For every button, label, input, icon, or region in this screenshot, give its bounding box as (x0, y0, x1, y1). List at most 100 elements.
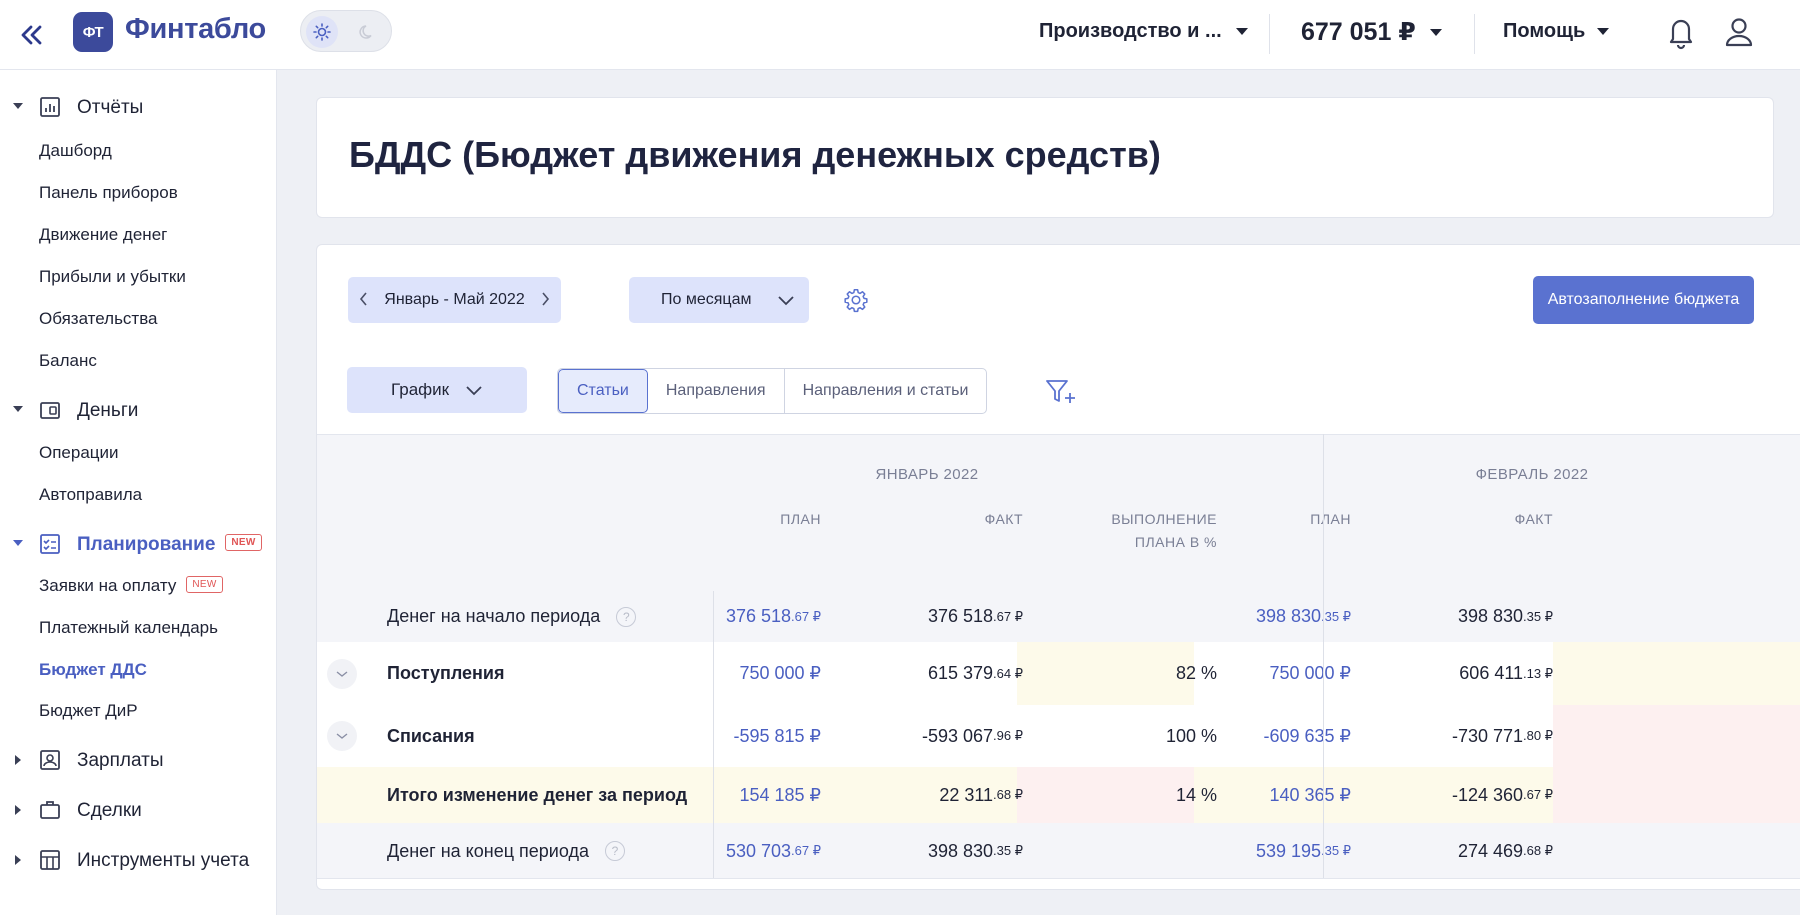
column-header-plan: ПЛАН (780, 511, 821, 527)
jan-plan-cell[interactable]: -595 815 ₽ (641, 705, 821, 767)
chevron-left-icon[interactable] (358, 291, 370, 307)
sidebar-item-dir-budget[interactable]: Бюджет ДиР (39, 701, 138, 721)
feb-plan-cell[interactable]: 539 195.35 ₽ (1171, 823, 1351, 879)
sidebar-section-reports[interactable]: Отчёты (0, 90, 277, 124)
expand-arrow-icon (15, 805, 21, 815)
jan-plan-cell[interactable]: 376 518.67 ₽ (641, 591, 821, 642)
sidebar-item-payment-requests[interactable]: Заявки на оплату NEW (39, 576, 223, 596)
tab-directions-and-articles[interactable]: Направления и статьи (785, 369, 987, 413)
view-dropdown[interactable]: График (347, 367, 527, 413)
column-header-plan: ПЛАН (1310, 511, 1351, 527)
sidebar-item-balance[interactable]: Баланс (39, 351, 97, 371)
amount: 530 703 (725, 840, 792, 861)
sidebar-section-salaries[interactable]: Зарплаты (0, 743, 277, 777)
sidebar-section-deals[interactable]: Сделки (0, 793, 277, 827)
month-header-january: ЯНВАРЬ 2022 (875, 466, 979, 483)
collapse-sidebar-button[interactable] (14, 18, 50, 52)
logo-text: Финтабло (125, 13, 266, 45)
amount-kopecks: .67 ₽ (1523, 787, 1553, 802)
amount: 274 469 (1457, 840, 1524, 861)
help-menu[interactable]: Помощь (1503, 20, 1610, 43)
theme-toggle[interactable] (300, 10, 392, 52)
checklist-icon (40, 534, 60, 554)
expand-arrow-icon (13, 103, 23, 109)
company-name: Производство и ... (1039, 20, 1222, 42)
jan-plan-cell[interactable]: 530 703.67 ₽ (641, 823, 821, 879)
sidebar-section-money[interactable]: Деньги (0, 393, 277, 427)
expand-arrow-icon (15, 755, 21, 765)
grouping-dropdown[interactable]: По месяцам (629, 277, 809, 323)
expand-row-button[interactable] (327, 721, 357, 751)
chevron-right-icon[interactable] (539, 291, 551, 307)
feb-plan-cell[interactable]: 750 000 ₽ (1171, 642, 1351, 705)
expand-arrow-icon (15, 855, 21, 865)
top-bar: ФТ Финтабло Производство и ... 677 051 ₽… (0, 0, 1800, 70)
expand-row-button[interactable] (327, 659, 357, 689)
title-card: БДДС (Бюджет движения денежных средств) (316, 97, 1774, 218)
chevron-down-icon (336, 671, 348, 677)
sidebar-item-autorules[interactable]: Автоправила (39, 485, 142, 505)
sun-icon (306, 16, 338, 48)
jan-plan-cell[interactable]: 750 000 ₽ (641, 642, 821, 705)
jan-fact-cell: -593 067.96 ₽ (843, 705, 1023, 767)
gear-icon[interactable] (843, 287, 869, 318)
sidebar-item-payment-calendar[interactable]: Платежный календарь (39, 618, 218, 638)
tab-directions[interactable]: Направления (648, 369, 785, 413)
company-selector[interactable]: Производство и ... (1039, 20, 1248, 43)
autofill-budget-button[interactable]: Автозаполнение бюджета (1533, 276, 1754, 324)
execution-header-line: ВЫПОЛНЕНИЕ (1111, 511, 1217, 527)
period-label: Январь - Май 2022 (384, 291, 525, 308)
report-chart-icon (40, 97, 60, 117)
planning-label: Планирование (77, 534, 216, 555)
row-label: Денег на начало периода? (387, 591, 637, 642)
sidebar-item-instrument-panel[interactable]: Панель приборов (39, 183, 178, 203)
jan-fact-cell: 22 311.68 ₽ (843, 767, 1023, 823)
feb-fact-cell: -124 360.67 ₽ (1373, 767, 1553, 823)
sidebar-item-operations[interactable]: Операции (39, 443, 119, 463)
tab-articles[interactable]: Статьи (558, 369, 648, 413)
amount: 606 411 (1459, 663, 1524, 683)
balance-selector[interactable]: 677 051 ₽ (1301, 17, 1442, 47)
column-divider (1323, 434, 1324, 879)
sidebar-item-profit-loss[interactable]: Прибыли и убытки (39, 267, 186, 287)
help-circle-icon[interactable]: ? (616, 606, 637, 627)
sidebar-item-cash-flow[interactable]: Движение денег (39, 225, 167, 245)
filter-add-icon[interactable] (1045, 378, 1077, 411)
amount: 376 518 (725, 606, 792, 626)
chevron-down-icon (1429, 28, 1442, 36)
execution-header-line: ПЛАНА В % (1134, 534, 1217, 550)
jan-fact-cell: 398 830.35 ₽ (843, 823, 1023, 879)
sidebar-section-tools[interactable]: Инструменты учета (0, 843, 277, 877)
help-label: Помощь (1503, 20, 1586, 42)
column-header-execution: ВЫПОЛНЕНИЕ ПЛАНА В % (1017, 508, 1217, 554)
logo-badge: ФТ (73, 12, 113, 52)
row-label-text: Денег на конец периода (387, 840, 589, 861)
sidebar-item-liabilities[interactable]: Обязательства (39, 309, 158, 329)
sidebar-section-label: Отчёты (77, 97, 144, 118)
table-row: -595 815 ₽ -593 067.96 ₽ 100 % -609 635 … (317, 705, 1800, 767)
user-icon[interactable] (1722, 14, 1756, 55)
grouping-label: По месяцам (661, 291, 752, 308)
feb-plan-cell[interactable]: -609 635 ₽ (1171, 705, 1351, 767)
row-label: Списания (387, 725, 475, 746)
amount-kopecks: .67 ₽ (791, 843, 821, 858)
amount: 376 518 (927, 606, 994, 626)
feb-fact-cell: -730 771.80 ₽ (1373, 705, 1553, 767)
amount-kopecks: .68 ₽ (993, 787, 1023, 802)
feb-plan-cell[interactable]: 140 365 ₽ (1171, 767, 1351, 823)
bell-icon[interactable] (1664, 14, 1698, 55)
sidebar-item-dds-budget[interactable]: Бюджет ДДС (39, 660, 147, 680)
amount: 22 311 (939, 784, 994, 805)
period-selector[interactable]: Январь - Май 2022 (348, 277, 561, 323)
amount: 539 195 (1255, 840, 1322, 861)
row-label: Денег на конец периода? (387, 823, 625, 879)
amount-kopecks: .67 ₽ (993, 608, 1023, 624)
help-circle-icon[interactable]: ? (604, 841, 625, 861)
chevron-down-icon (1597, 28, 1610, 35)
sidebar-section-planning[interactable]: Планирование NEW (0, 527, 277, 561)
expand-arrow-icon (13, 540, 23, 546)
sidebar-item-dashboard[interactable]: Дашборд (39, 141, 112, 161)
feb-plan-cell[interactable]: 398 830.35 ₽ (1171, 591, 1351, 642)
amount: -609 635 ₽ (1263, 725, 1351, 746)
amount-kopecks: .35 ₽ (993, 843, 1023, 858)
